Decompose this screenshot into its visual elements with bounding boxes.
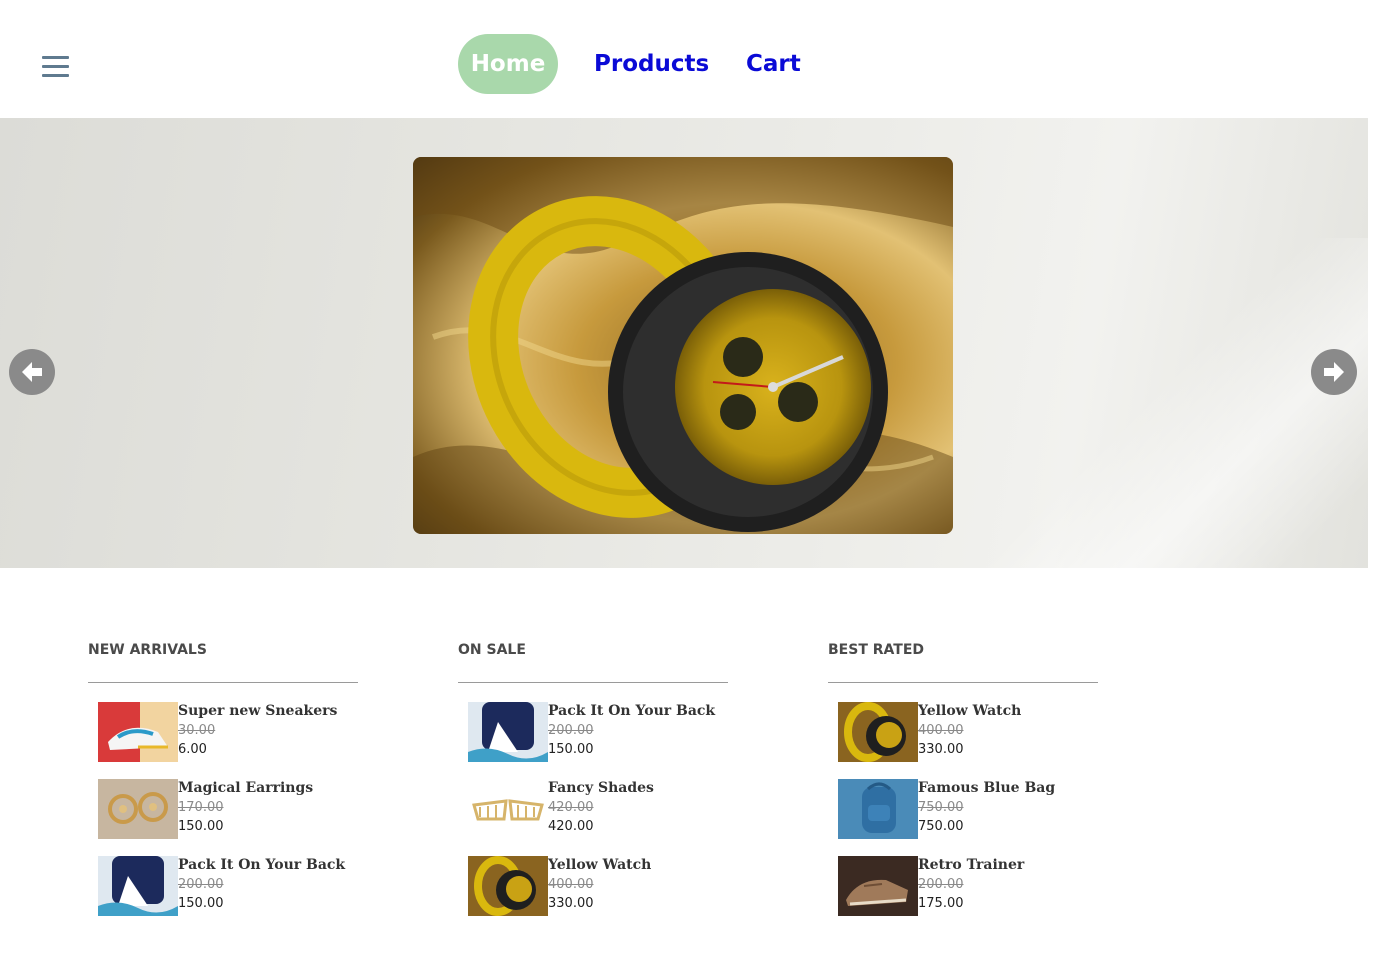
hamburger-menu-icon[interactable] [42,56,69,78]
product-name[interactable]: Famous Blue Bag [918,779,1055,798]
product-price: 750.00 [918,819,964,834]
product-price: 150.00 [178,896,224,911]
product-price: 6.00 [178,742,207,757]
product-name[interactable]: Super new Sneakers [178,702,337,721]
product-name[interactable]: Yellow Watch [548,856,651,875]
product-old-price: 170.00 [178,800,224,815]
section-title: BEST RATED [828,642,925,658]
product-thumbnail [838,856,918,916]
section-divider [828,682,1098,683]
product-item[interactable]: Magical Earrings 170.00 150.00 [98,779,358,839]
section-divider [458,682,728,683]
carousel-prev-button[interactable] [9,349,55,395]
product-old-price: 400.00 [918,723,964,738]
product-price: 330.00 [548,896,594,911]
product-name[interactable]: Yellow Watch [918,702,1021,721]
product-old-price: 420.00 [548,800,594,815]
section-divider [88,682,358,683]
product-name[interactable]: Pack It On Your Back [548,702,715,721]
product-thumbnail [468,856,548,916]
product-item[interactable]: Famous Blue Bag 750.00 750.00 [838,779,1098,839]
new-arrivals-section: NEW ARRIVALS Super new Sneakers 30.00 6.… [88,638,358,916]
product-old-price: 200.00 [178,877,224,892]
product-price: 420.00 [548,819,594,834]
nav-home-link[interactable]: Home [458,34,558,94]
product-item[interactable]: Super new Sneakers 30.00 6.00 [98,702,358,762]
product-thumbnail [838,702,918,762]
product-thumbnail [468,702,548,762]
carousel-next-button[interactable] [1311,349,1357,395]
product-old-price: 200.00 [918,877,964,892]
product-old-price: 30.00 [178,723,216,738]
product-item[interactable]: Retro Trainer 200.00 175.00 [838,856,1098,916]
product-item[interactable]: Pack It On Your Back 200.00 150.00 [468,702,728,762]
product-price: 175.00 [918,896,964,911]
product-price: 150.00 [548,742,594,757]
product-old-price: 200.00 [548,723,594,738]
nav-products-link[interactable]: Products [594,34,709,94]
product-item[interactable]: Yellow Watch 400.00 330.00 [468,856,728,916]
product-item[interactable]: Fancy Shades 420.00 420.00 [468,779,728,839]
product-price: 330.00 [918,742,964,757]
nav-cart-link[interactable]: Cart [746,34,801,94]
product-thumbnail [468,779,548,839]
carousel-slide-image [413,157,953,534]
section-title: NEW ARRIVALS [88,642,207,658]
product-thumbnail [98,779,178,839]
product-name[interactable]: Retro Trainer [918,856,1024,875]
product-thumbnail [98,856,178,916]
product-old-price: 750.00 [918,800,964,815]
best-rated-section: BEST RATED Yellow Watch 400.00 330.00 Fa… [828,638,1098,916]
product-name[interactable]: Fancy Shades [548,779,654,798]
product-name[interactable]: Pack It On Your Back [178,856,345,875]
product-old-price: 400.00 [548,877,594,892]
product-item[interactable]: Yellow Watch 400.00 330.00 [838,702,1098,762]
product-thumbnail [838,779,918,839]
hero-carousel [0,118,1368,568]
on-sale-section: ON SALE Pack It On Your Back 200.00 150.… [458,638,728,916]
product-price: 150.00 [178,819,224,834]
arrow-right-circle-icon [1324,362,1344,382]
site-header: Home Products Cart [0,0,1373,118]
section-title: ON SALE [458,642,526,658]
product-thumbnail [98,702,178,762]
arrow-left-circle-icon [22,362,42,382]
product-item[interactable]: Pack It On Your Back 200.00 150.00 [98,856,358,916]
product-name[interactable]: Magical Earrings [178,779,313,798]
